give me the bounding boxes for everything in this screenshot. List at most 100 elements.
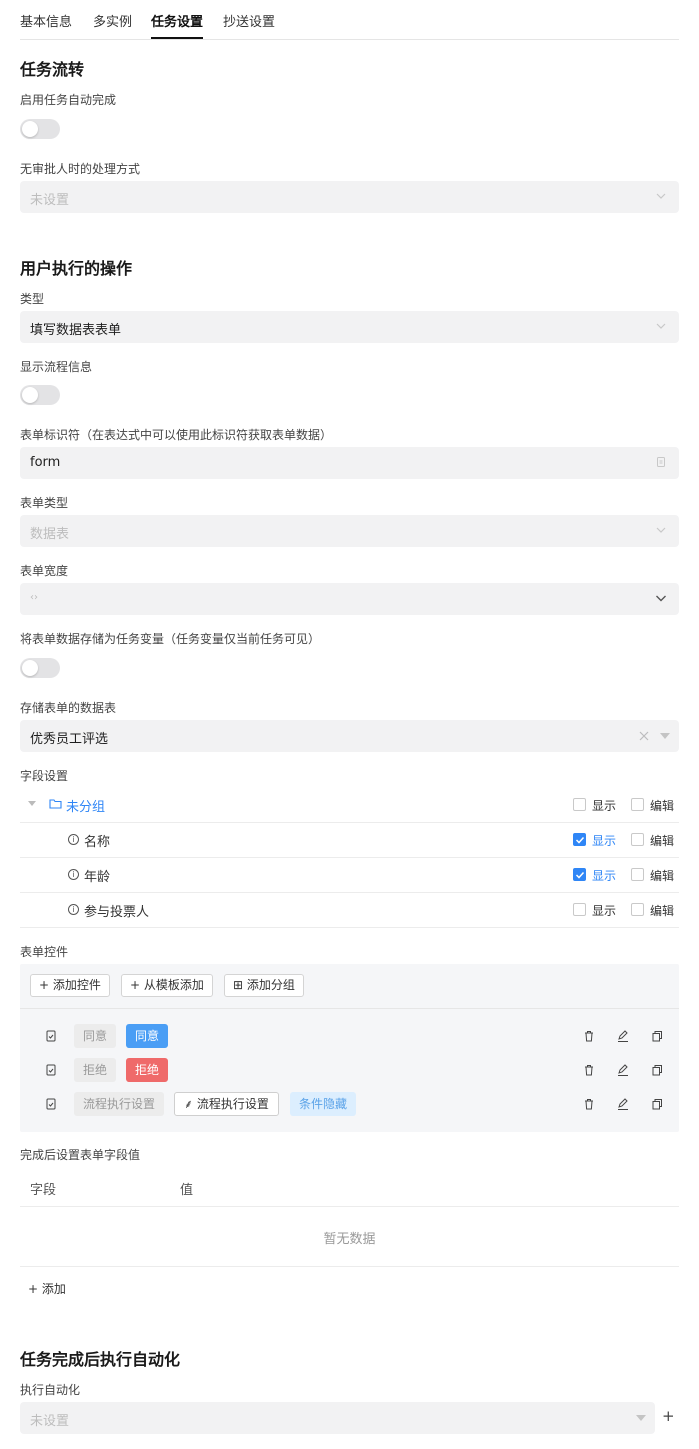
auto-complete-toggle[interactable] <box>20 119 60 139</box>
clear-icon[interactable] <box>639 731 649 741</box>
field-show-checkbox[interactable] <box>573 833 586 846</box>
store-table-label: 存储表单的数据表 <box>20 701 117 715</box>
form-width-label: 表单宽度 <box>20 564 69 578</box>
chevron-down-icon <box>656 595 666 602</box>
type-select[interactable]: 填写数据表表单 <box>20 311 679 343</box>
field-show-label: 显示 <box>592 869 617 883</box>
chevron-down-icon <box>656 527 666 533</box>
add-row-label: 添加 <box>41 1282 66 1296</box>
form-doc-icon <box>46 1098 56 1110</box>
section-title-task-flow: 任务流转 <box>20 60 85 79</box>
check-icon <box>575 836 585 844</box>
group-show-checkbox[interactable] <box>573 798 586 811</box>
no-approver-placeholder: 未设置 <box>30 193 70 208</box>
folder-icon <box>49 799 62 809</box>
add-row-button[interactable]: + 添加 <box>28 1280 66 1297</box>
field-name: 年龄 <box>84 870 111 885</box>
form-type-label: 表单类型 <box>20 496 69 510</box>
tab-cc-settings[interactable]: 抄送设置 <box>223 11 275 30</box>
type-value: 填写数据表表单 <box>30 323 122 338</box>
caret-down-icon <box>636 1415 646 1421</box>
trash-icon[interactable] <box>583 1030 595 1042</box>
group-name[interactable]: 未分组 <box>66 796 105 815</box>
group-edit-label: 编辑 <box>650 799 675 813</box>
show-flow-label: 显示流程信息 <box>20 360 93 374</box>
row-divider <box>20 822 679 823</box>
exec-automation-select[interactable]: 未设置 <box>20 1402 655 1434</box>
trash-icon[interactable] <box>583 1098 595 1110</box>
control-tag[interactable]: 同意 <box>126 1024 169 1048</box>
empty-state: 暂无数据 <box>323 1232 376 1247</box>
condition-hidden-tag: 条件隐藏 <box>290 1092 357 1116</box>
folder-plus-icon: ⊞ <box>233 978 247 992</box>
show-flow-toggle[interactable] <box>20 385 60 405</box>
add-automation-plus-icon[interactable]: + <box>662 1407 675 1425</box>
info-icon: i <box>68 904 79 915</box>
group-edit-checkbox[interactable] <box>631 798 644 811</box>
type-label: 类型 <box>20 292 45 306</box>
form-id-input[interactable]: form <box>20 447 679 479</box>
tab-task-settings[interactable]: 任务设置 <box>151 11 203 30</box>
toggle-knob <box>22 660 38 676</box>
control-tag[interactable]: ⸙ 流程执行设置 <box>174 1092 279 1116</box>
controls-panel: + 添加控件 + 从模板添加 ⊞ 添加分组 同意 同意 拒绝 拒绝 流程执行设置… <box>20 964 679 1132</box>
toggle-knob <box>22 121 38 137</box>
chevron-down-icon <box>656 193 666 199</box>
field-edit-checkbox[interactable] <box>631 868 644 881</box>
add-group-label: 添加分组 <box>246 978 295 992</box>
field-edit-checkbox[interactable] <box>631 833 644 846</box>
field-name: 参与投票人 <box>84 905 150 920</box>
edit-icon[interactable] <box>617 1064 629 1076</box>
row-divider <box>20 892 679 893</box>
caret-down-icon[interactable] <box>28 801 36 807</box>
document-icon <box>657 457 665 467</box>
copy-icon[interactable] <box>651 1098 663 1110</box>
add-from-template-button[interactable]: + 从模板添加 <box>121 974 213 997</box>
form-type-select[interactable]: 数据表 <box>20 515 679 547</box>
field-settings-label: 字段设置 <box>20 769 69 783</box>
form-id-label: 表单标识符（在表达式中可以使用此标识符获取表单数据） <box>20 428 333 442</box>
auto-complete-label: 启用任务自动完成 <box>20 93 117 107</box>
info-icon: i <box>68 869 79 880</box>
trash-icon[interactable] <box>583 1064 595 1076</box>
toggle-knob <box>22 387 38 403</box>
table-header-divider <box>20 1206 679 1207</box>
field-show-checkbox[interactable] <box>573 903 586 916</box>
store-var-toggle[interactable] <box>20 658 60 678</box>
field-edit-checkbox[interactable] <box>631 903 644 916</box>
field-name: 名称 <box>84 835 111 850</box>
plus-icon: + <box>130 978 144 992</box>
tab-basic-info[interactable]: 基本信息 <box>20 11 72 30</box>
field-edit-label: 编辑 <box>650 904 675 918</box>
field-show-checkbox[interactable] <box>573 868 586 881</box>
plus-icon: + <box>39 978 53 992</box>
control-name: 流程执行设置 <box>74 1092 165 1116</box>
section-title-automation: 任务完成后执行自动化 <box>20 1350 181 1369</box>
copy-icon[interactable] <box>651 1030 663 1042</box>
after-complete-label: 完成后设置表单字段值 <box>20 1148 141 1162</box>
add-control-button[interactable]: + 添加控件 <box>30 974 110 997</box>
group-show-label: 显示 <box>592 799 617 813</box>
copy-icon[interactable] <box>651 1064 663 1076</box>
control-name: 拒绝 <box>74 1058 117 1082</box>
exec-automation-label: 执行自动化 <box>20 1383 81 1397</box>
form-doc-icon <box>46 1030 56 1042</box>
store-table-select[interactable]: 优秀员工评选 <box>20 720 679 752</box>
no-approver-select[interactable]: 未设置 <box>20 181 679 213</box>
edit-icon[interactable] <box>617 1030 629 1042</box>
field-show-label: 显示 <box>592 834 617 848</box>
form-type-placeholder: 数据表 <box>30 527 70 542</box>
tab-multi-instance[interactable]: 多实例 <box>93 11 132 30</box>
control-tag[interactable]: 拒绝 <box>126 1058 169 1082</box>
exec-automation-placeholder: 未设置 <box>30 1414 70 1429</box>
store-var-label: 将表单数据存储为任务变量（任务变量仅当前任务可见） <box>20 632 321 646</box>
table-bottom-divider <box>20 1266 679 1267</box>
edit-icon[interactable] <box>617 1098 629 1110</box>
add-group-button[interactable]: ⊞ 添加分组 <box>224 974 304 997</box>
chevron-down-icon <box>656 323 666 329</box>
column-header-field: 字段 <box>30 1183 57 1198</box>
form-width-select[interactable]: ‹› <box>20 583 679 615</box>
control-tag-label: 流程执行设置 <box>196 1097 269 1111</box>
section-title-user-ops: 用户执行的操作 <box>20 259 133 278</box>
add-control-label: 添加控件 <box>52 978 101 992</box>
